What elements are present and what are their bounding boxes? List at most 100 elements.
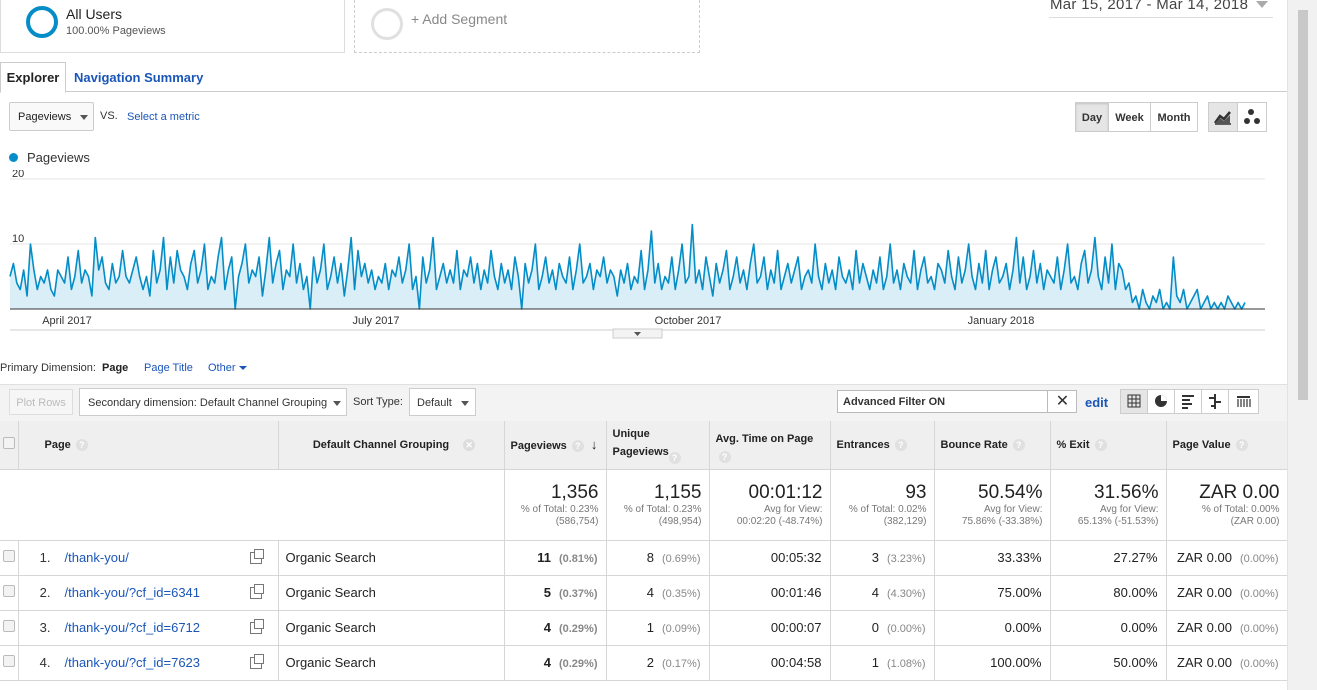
header-channel[interactable]: Default Channel Grouping ✕: [278, 421, 505, 470]
pie-chart-icon[interactable]: [1147, 389, 1175, 414]
term-cloud-icon[interactable]: [1228, 389, 1259, 414]
header-entrances[interactable]: Entrances?: [830, 421, 935, 470]
data-table-icon[interactable]: [1120, 389, 1148, 414]
header-page-value-label: Page Value: [1172, 438, 1231, 451]
primary-dimension-other[interactable]: Other: [208, 362, 247, 374]
channel-cell: Organic Search: [278, 575, 505, 611]
performance-icon[interactable]: [1174, 389, 1202, 414]
row-number: 2.: [39, 585, 51, 600]
x-tick-label: July 2017: [352, 315, 399, 327]
header-exit[interactable]: % Exit?: [1050, 421, 1167, 470]
tab-explorer[interactable]: Explorer: [0, 62, 66, 93]
pageviews-value: 4: [543, 655, 551, 670]
page-cell: 1. /thank-you/: [18, 540, 279, 576]
day-button[interactable]: Day: [1075, 102, 1109, 132]
add-segment-button[interactable]: + Add Segment: [411, 11, 507, 27]
date-range-picker[interactable]: Mar 15, 2017 - Mar 14, 2018: [1050, 0, 1248, 13]
close-icon[interactable]: ✕: [1047, 391, 1077, 412]
help-icon[interactable]: ?: [1235, 438, 1248, 451]
external-link-icon[interactable]: [249, 584, 264, 599]
motion-chart-icon[interactable]: [1237, 102, 1267, 132]
total-avg-time-site: 00:02:20 (-48.74%): [736, 515, 823, 527]
page-link[interactable]: /thank-you/?cf_id=7623: [65, 655, 201, 670]
add-segment-box[interactable]: [354, 0, 700, 53]
filter-input[interactable]: Advanced Filter ON: [837, 390, 1077, 413]
segment-ring-icon: [26, 6, 58, 38]
total-exit-site: 65.13% (-51.53%): [1077, 515, 1159, 527]
row-select-cell[interactable]: [0, 610, 19, 646]
page-link[interactable]: /thank-you/?cf_id=6712: [65, 620, 201, 635]
header-unique-pageviews[interactable]: Unique Pageviews?: [606, 421, 710, 470]
row-checkbox[interactable]: [2, 585, 15, 597]
month-button[interactable]: Month: [1150, 102, 1198, 132]
row-select-cell[interactable]: [0, 575, 19, 611]
header-page-value[interactable]: Page Value?: [1166, 421, 1288, 470]
entrances-cell: 3 (3.23%): [830, 540, 935, 576]
row-select-cell[interactable]: [0, 645, 19, 681]
header-page[interactable]: Page?: [18, 421, 279, 470]
external-link-icon[interactable]: [249, 654, 264, 669]
chevron-down-icon[interactable]: [1256, 1, 1268, 8]
select-all-cell[interactable]: [0, 421, 19, 470]
comparison-icon[interactable]: [1201, 389, 1229, 414]
pageviews-value: 11: [537, 550, 551, 565]
sort-desc-icon[interactable]: ↓: [591, 437, 598, 452]
primary-dimension-page[interactable]: Page: [102, 362, 128, 374]
header-pageviews-label: Pageviews: [510, 440, 567, 453]
table-row[interactable]: 4. /thank-you/?cf_id=7623 Organic Search 4 (…: [0, 645, 1288, 681]
avg-time-cell: 00:04:58: [709, 645, 831, 681]
table-row[interactable]: 2. /thank-you/?cf_id=6341 Organic Search 5 (…: [0, 575, 1288, 611]
remove-dimension-icon[interactable]: ✕: [463, 438, 476, 451]
y-tick-label: 10: [12, 233, 24, 245]
week-button[interactable]: Week: [1108, 102, 1151, 132]
metric-select[interactable]: Pageviews: [9, 102, 94, 131]
scrollbar-thumb[interactable]: [1298, 10, 1308, 400]
edit-filter-link[interactable]: edit: [1085, 395, 1108, 410]
vs-label: VS.: [100, 110, 118, 122]
total-bounce-rate: 50.54% Avg for View: 75.86% (-33.38%): [934, 469, 1051, 541]
unique-cell: 8 (0.69%): [606, 540, 710, 576]
avg-time-cell: 00:00:07: [709, 610, 831, 646]
total-bounce-value: 50.54%: [978, 481, 1043, 503]
row-number: 3.: [39, 620, 51, 635]
select-metric-link[interactable]: Select a metric: [127, 111, 200, 123]
table-row[interactable]: 3. /thank-you/?cf_id=6712 Organic Search 4 (…: [0, 610, 1288, 646]
row-select-cell[interactable]: [0, 540, 19, 576]
primary-dimension-page-title[interactable]: Page Title: [144, 362, 193, 374]
external-link-icon[interactable]: [249, 619, 264, 634]
help-icon[interactable]: ?: [718, 451, 731, 464]
header-bounce-rate[interactable]: Bounce Rate?: [934, 421, 1051, 470]
y-tick-label: 20: [12, 170, 24, 180]
total-unique-pct: % of Total: 0.23%: [623, 503, 702, 515]
row-checkbox[interactable]: [2, 550, 15, 562]
bounce-cell: 75.00%: [934, 575, 1051, 611]
unique-cell: 4 (0.35%): [606, 575, 710, 611]
tab-navigation-summary[interactable]: Navigation Summary: [74, 70, 203, 85]
page-link[interactable]: /thank-you/?cf_id=6341: [65, 585, 201, 600]
page-link[interactable]: /thank-you/: [65, 550, 129, 565]
row-checkbox[interactable]: [2, 620, 15, 632]
help-icon[interactable]: ?: [894, 438, 907, 451]
bounce-cell: 33.33%: [934, 540, 1051, 576]
line-chart-icon[interactable]: [1208, 102, 1238, 132]
help-icon[interactable]: ?: [1094, 438, 1107, 451]
table-row[interactable]: 1. /thank-you/Organic Search 11 (0.81%) 8 (0.…: [0, 540, 1288, 576]
header-avg-time[interactable]: Avg. Time on Page?: [709, 421, 831, 470]
value-pct: (0.00%): [1239, 553, 1279, 565]
help-icon[interactable]: ?: [1012, 438, 1025, 451]
external-link-icon[interactable]: [249, 549, 264, 564]
page-cell: 4. /thank-you/?cf_id=7623: [18, 645, 279, 681]
help-icon[interactable]: ?: [668, 452, 681, 465]
plot-rows-button[interactable]: Plot Rows: [9, 389, 73, 415]
row-checkbox[interactable]: [2, 655, 15, 667]
header-pageviews[interactable]: Pageviews? ↓: [504, 421, 607, 470]
select-all-checkbox[interactable]: [2, 437, 15, 450]
bounce-cell: 0.00%: [934, 610, 1051, 646]
exit-cell: 27.27%: [1050, 540, 1167, 576]
help-icon[interactable]: ?: [75, 438, 88, 451]
total-page-value: ZAR 0.00% of Total: 0.00% (ZAR 0.00): [1166, 469, 1288, 541]
secondary-dimension-select[interactable]: Secondary dimension: Default Channel Gro…: [79, 388, 347, 416]
legend-marker: [9, 153, 18, 162]
sort-type-select[interactable]: Default: [409, 388, 476, 416]
help-icon[interactable]: ?: [571, 440, 584, 453]
